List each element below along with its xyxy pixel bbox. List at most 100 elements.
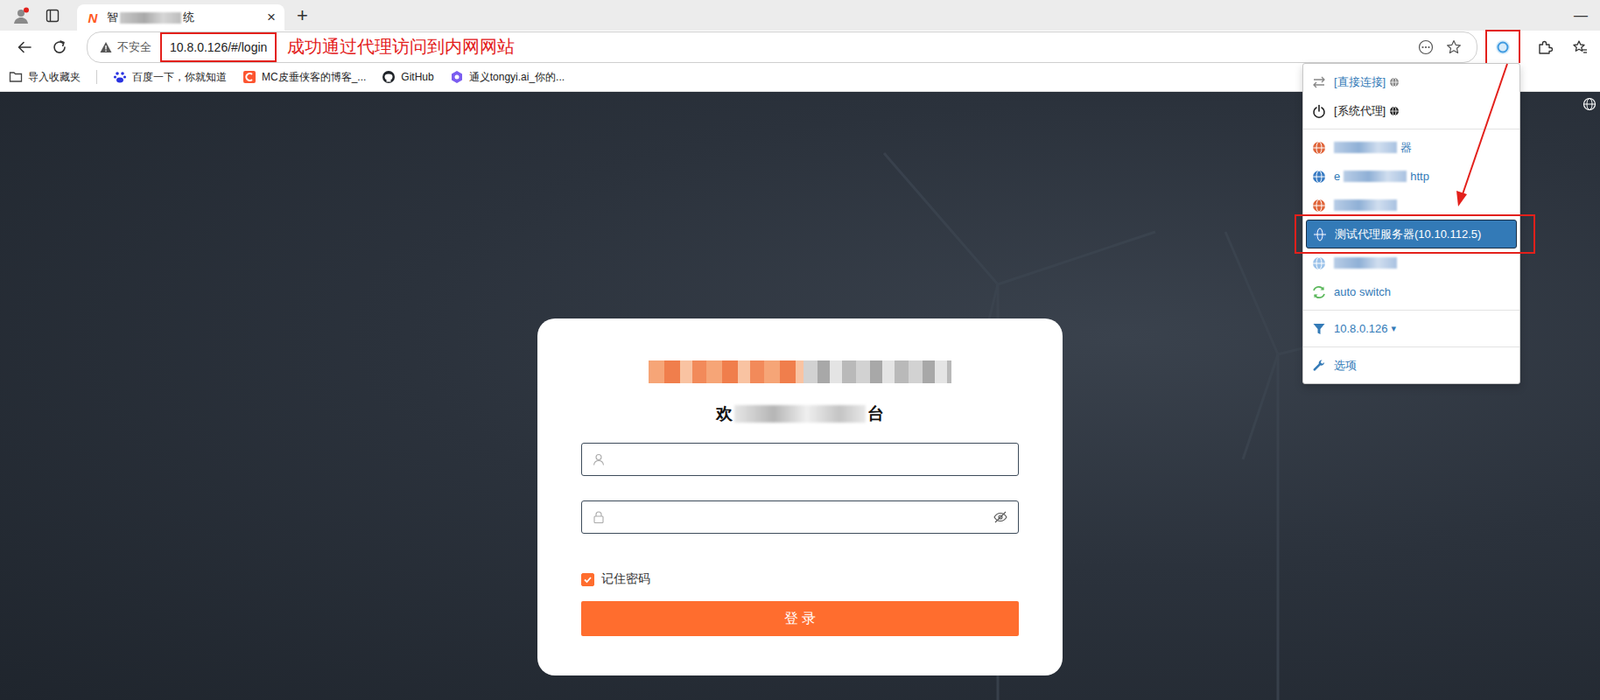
visible-text: http: [1410, 169, 1430, 183]
proxy-menu-label: 测试代理服务器(10.10.112.5): [1334, 226, 1481, 243]
globe-icon: [1312, 227, 1327, 242]
proxy-menu-item[interactable]: 器: [1303, 133, 1520, 162]
security-indicator[interactable]: 不安全: [99, 39, 152, 56]
remember-checkbox[interactable]: [581, 573, 595, 587]
proxy-menu-item[interactable]: [系统代理]: [1303, 96, 1520, 126]
wrench-icon: [1312, 358, 1327, 373]
username-field[interactable]: [581, 442, 1019, 477]
proxy-menu-item[interactable]: 选项: [1303, 350, 1520, 380]
back-button[interactable]: [7, 33, 43, 62]
address-bar[interactable]: 不安全 10.8.0.126/#/login 成功通过代理访问到内网网站: [86, 31, 1478, 64]
login-card: 欢台记住密码登 录: [537, 318, 1063, 676]
tab-actions-icon: [45, 8, 60, 23]
csdn-logo-icon: [242, 70, 257, 85]
item-name: [直接连接]: [1333, 74, 1386, 91]
bookmark-item[interactable]: 百度一下，你就知道: [112, 70, 227, 85]
annotation-text: 成功通过代理访问到内网网站: [287, 35, 515, 59]
bookmark-separator: [96, 70, 98, 85]
tab-title-end: 统: [182, 9, 195, 26]
new-tab-button[interactable]: +: [296, 6, 309, 26]
visible-text: 器: [1400, 140, 1412, 156]
blurred-name: [1343, 170, 1407, 183]
proxy-menu-item[interactable]: [直接连接]: [1303, 67, 1520, 97]
url-text[interactable]: 10.8.0.126/#/login: [160, 32, 277, 63]
direct-arrows-icon: [1312, 75, 1327, 90]
proxy-menu-item[interactable]: [1303, 190, 1520, 220]
item-name: 选项: [1333, 357, 1357, 374]
welcome-start: 欢: [715, 402, 733, 426]
item-name: [系统代理]: [1333, 103, 1386, 120]
proxy-menu-label: [系统代理]: [1333, 103, 1400, 120]
globe-icon: [1312, 169, 1327, 184]
proxy-menu-item[interactable]: 10.8.0.126▾: [1303, 314, 1520, 344]
blurred-brand-title: [648, 360, 952, 384]
site-logo-icon: N: [85, 10, 100, 26]
proxy-menu-item[interactable]: [1303, 248, 1520, 278]
small-globe-icon: [1389, 77, 1400, 88]
tab-actions-button[interactable]: [36, 0, 69, 31]
bookmark-label: MC皮垂侠客的博客_...: [261, 70, 366, 85]
password-field[interactable]: [581, 500, 1019, 534]
remember-row[interactable]: 记住密码: [581, 571, 1019, 588]
extensions-button[interactable]: [1527, 33, 1563, 62]
warning-icon: [99, 41, 113, 54]
proxy-extension-button[interactable]: [1485, 29, 1521, 65]
favorites-button[interactable]: [1562, 33, 1598, 62]
eye-off-icon[interactable]: [993, 511, 1008, 524]
user-icon: [592, 453, 605, 466]
minimize-button[interactable]: —: [1573, 7, 1600, 24]
remember-label: 记住密码: [601, 571, 651, 588]
welcome-title: 欢台: [715, 402, 885, 426]
favorite-button[interactable]: [1439, 39, 1468, 56]
password-input[interactable]: [613, 509, 985, 526]
read-aloud-button[interactable]: [1411, 39, 1440, 56]
blurred-name: [1333, 141, 1397, 154]
globe-icon: [1312, 140, 1327, 155]
menu-divider: [1303, 346, 1520, 348]
proxy-menu-item[interactable]: 测试代理服务器(10.10.112.5): [1305, 219, 1517, 249]
navigation-bar: 不安全 10.8.0.126/#/login 成功通过代理访问到内网网站: [0, 30, 1600, 64]
lock-icon: [592, 511, 605, 524]
tongyi-logo-icon: [449, 70, 464, 85]
blurred-name: [1333, 199, 1397, 211]
caret-icon: ▾: [1390, 322, 1397, 335]
back-arrow-icon: [16, 39, 33, 56]
folder-icon: [8, 70, 23, 85]
blurred-title: [119, 12, 182, 24]
power-icon: [1312, 104, 1327, 119]
profile-icon: [12, 7, 30, 25]
tab-title-start: 智: [106, 9, 119, 26]
item-name: auto switch: [1333, 285, 1391, 299]
blurred-name: [1333, 257, 1397, 269]
bookmark-item[interactable]: 通义tongyi.ai_你的...: [449, 70, 565, 85]
proxy-menu-label: 10.8.0.126▾: [1333, 322, 1397, 336]
visible-text: e: [1333, 169, 1341, 183]
proxy-circle-icon: [1494, 38, 1512, 57]
language-globe-icon[interactable]: [1582, 97, 1597, 112]
bookmark-item[interactable]: GitHub: [381, 70, 434, 85]
bookmark-label: 百度一下，你就知道: [132, 70, 227, 85]
globe-icon: [1312, 198, 1327, 213]
item-name: 测试代理服务器(10.10.112.5): [1334, 226, 1481, 243]
bookmark-item[interactable]: 导入收藏夹: [8, 70, 81, 85]
username-input[interactable]: [613, 451, 1008, 468]
tab-strip: N智统×+—: [0, 0, 1600, 31]
browser-tab[interactable]: N智统×: [77, 4, 285, 31]
login-button[interactable]: 登 录: [581, 601, 1019, 637]
bookmark-item[interactable]: MC皮垂侠客的博客_...: [242, 70, 366, 85]
proxy-menu-label: [1333, 199, 1397, 211]
close-tab-button[interactable]: ×: [266, 8, 276, 27]
proxy-menu-item[interactable]: e http: [1303, 161, 1520, 191]
menu-divider: [1303, 309, 1520, 311]
star-icon: [1445, 39, 1462, 56]
proxy-menu-label: auto switch: [1333, 285, 1391, 299]
proxy-menu-item[interactable]: auto switch: [1303, 277, 1520, 307]
filter-icon: [1312, 322, 1327, 337]
bookmark-label: 导入收藏夹: [28, 70, 81, 85]
favorites-star-icon: [1571, 39, 1588, 56]
bookmark-label: 通义tongyi.ai_你的...: [469, 70, 565, 85]
reload-button[interactable]: [42, 33, 78, 62]
blurred-welcome: [734, 405, 866, 423]
tab-title: 智统: [106, 9, 260, 26]
profile-button[interactable]: [5, 0, 37, 31]
